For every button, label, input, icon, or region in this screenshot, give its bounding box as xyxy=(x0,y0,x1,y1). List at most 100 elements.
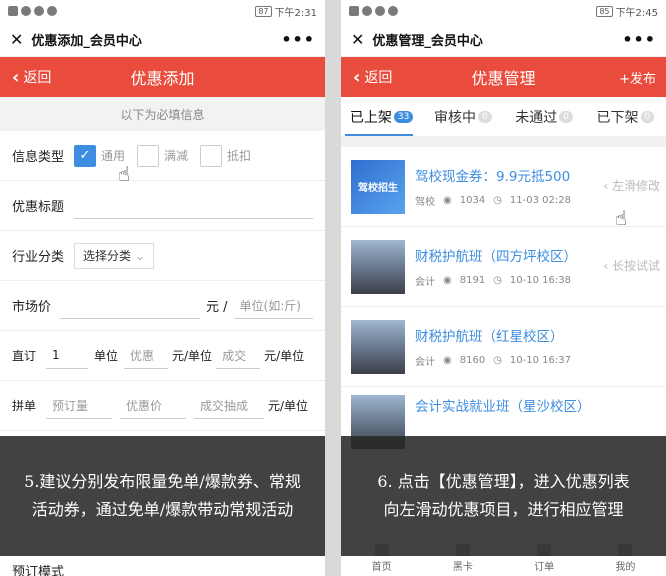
per-unit-label-2: 元/单位 xyxy=(264,349,305,363)
direct-order-label: 直订 xyxy=(12,349,37,363)
count-badge: 0 xyxy=(478,110,492,123)
option-full-reduction[interactable]: 满减 xyxy=(137,144,188,167)
item-thumbnail xyxy=(351,319,405,374)
count-badge: 33 xyxy=(393,110,414,123)
wechat-title: 优惠添加_会员中心 xyxy=(31,33,142,49)
caption-overlay: 5.建议分别发布限量免单/爆款券、常规 活动券，通过免单/爆款带动常规活动 xyxy=(0,436,325,556)
industry-select[interactable]: 选择分类 ⌄ xyxy=(74,242,155,269)
header: ‹ 返回 优惠添加 xyxy=(0,57,325,97)
more-icon[interactable]: ••• xyxy=(281,30,315,49)
list-item[interactable]: 财税护航班（四方坪校区） 会计 ◉ 8191 ◷ 10-10 16:38 ‹ 长… xyxy=(341,227,666,307)
left-screen: 87 下午2:31 ✕ 优惠添加_会员中心 ••• ‹ 返回 优惠添加 以下为必… xyxy=(0,0,325,576)
group-buy-label: 拼单 xyxy=(12,399,37,413)
discount-input[interactable]: 优惠 xyxy=(124,343,169,369)
coupon-title-input[interactable] xyxy=(74,193,313,219)
item-time: 10-10 16:38 xyxy=(509,275,571,286)
tab-rejected[interactable]: 未通过 0 xyxy=(504,107,585,127)
industry-label: 行业分类 xyxy=(12,250,65,265)
signal-icon xyxy=(8,6,18,16)
chat-icon xyxy=(34,6,44,16)
active-tab-indicator xyxy=(345,134,413,136)
eye-icon: ◉ xyxy=(443,275,452,286)
market-price-input[interactable] xyxy=(60,293,200,319)
clock-icon: ◷ xyxy=(493,195,502,206)
back-label: 返回 xyxy=(364,70,393,86)
swipe-hint: ‹ 左滑修改 xyxy=(603,179,660,193)
required-note: 以下为必填信息 xyxy=(0,97,325,131)
caption-line: 5.建议分别发布限量免单/爆款券、常规 xyxy=(24,472,301,491)
check-icon: ✓ xyxy=(74,144,96,167)
option-deduction[interactable]: 抵扣 xyxy=(200,144,251,167)
notification-icon xyxy=(388,6,398,16)
back-button[interactable]: ‹ 返回 xyxy=(353,67,392,88)
wechat-title: 优惠管理_会员中心 xyxy=(372,33,483,49)
item-time: 11-03 02:28 xyxy=(509,195,571,206)
clock-icon: ◷ xyxy=(493,275,502,286)
industry-row: 行业分类 选择分类 ⌄ xyxy=(0,231,325,281)
direct-order-row: 直订 1 单位 优惠 元/单位 成交 元/单位 xyxy=(0,331,325,381)
back-label: 返回 xyxy=(23,70,52,86)
group-buy-row: 拼单 预订量 优惠价 成交抽成 元/单位 xyxy=(0,381,325,431)
unit-separator: 元 / xyxy=(206,300,228,315)
signal-icon xyxy=(349,6,359,16)
count-badge: 0 xyxy=(640,110,655,123)
item-time: 10-10 16:37 xyxy=(509,355,571,366)
status-time: 下午2:31 xyxy=(274,7,317,19)
item-title: 会计实战就业班（星沙校区） xyxy=(415,399,591,415)
status-bar: 87 下午2:31 xyxy=(0,0,325,22)
preorder-mode-label: 预订模式 xyxy=(12,565,65,576)
status-time: 下午2:45 xyxy=(615,7,658,19)
market-price-label: 市场价 xyxy=(12,300,52,315)
unit-input[interactable]: 单位(如:斤) xyxy=(233,293,313,319)
item-thumbnail: 驾校招生 xyxy=(351,159,405,214)
hand-pointer-icon: ☝ xyxy=(118,162,131,186)
preorder-mode-row: 预订模式 xyxy=(0,556,325,576)
per-unit-label: 元/单位 xyxy=(172,349,213,363)
item-views: 8191 xyxy=(459,275,486,286)
header: ‹ 返回 优惠管理 +发布 xyxy=(341,57,666,97)
item-category: 驾校 xyxy=(415,197,435,208)
tab-delisted[interactable]: 已下架 0 xyxy=(585,107,666,127)
close-icon[interactable]: ✕ xyxy=(351,30,364,49)
chevron-down-icon: ⌄ xyxy=(135,248,146,263)
status-bar: 85 下午2:45 xyxy=(341,0,666,22)
per-unit-label-3: 元/单位 xyxy=(268,399,309,413)
coupon-title-row: 优惠标题 xyxy=(0,181,325,231)
coupon-title-label: 优惠标题 xyxy=(12,200,65,215)
back-button[interactable]: ‹ 返回 xyxy=(12,67,51,88)
item-thumbnail xyxy=(351,239,405,294)
status-tabs: 已上架 33 审核中 0 未通过 0 已下架 0 xyxy=(341,97,666,137)
battery-level: 85 xyxy=(596,5,613,17)
preorder-qty-input[interactable]: 预订量 xyxy=(46,393,112,419)
deal-input[interactable]: 成交 xyxy=(216,343,261,369)
info-type-row: 信息类型 ✓ 通用 满减 抵扣 xyxy=(0,131,325,181)
wechat-titlebar: ✕ 优惠管理_会员中心 ••• xyxy=(341,22,666,57)
eye-icon: ◉ xyxy=(443,195,452,206)
chevron-left-icon: ‹ xyxy=(353,66,361,88)
tab-reviewing[interactable]: 审核中 0 xyxy=(422,107,503,127)
caption-line: 向左滑动优惠项目，进行相应管理 xyxy=(383,500,624,519)
discount-price-input[interactable]: 优惠价 xyxy=(120,393,186,419)
clock-icon: ◷ xyxy=(493,355,502,366)
notification-icon xyxy=(47,6,57,16)
commission-input[interactable]: 成交抽成 xyxy=(194,393,264,419)
wifi-icon xyxy=(21,6,31,16)
right-screen: 85 下午2:45 ✕ 优惠管理_会员中心 ••• ‹ 返回 优惠管理 +发布 … xyxy=(341,0,666,576)
longpress-hint: ‹ 长按试试 xyxy=(603,259,660,273)
list-item[interactable]: 财税护航班（红星校区） 会计 ◉ 8160 ◷ 10-10 16:37 xyxy=(341,307,666,387)
chat-icon xyxy=(375,6,385,16)
unit-label: 单位 xyxy=(94,349,119,363)
wechat-titlebar: ✕ 优惠添加_会员中心 ••• xyxy=(0,22,325,57)
market-price-row: 市场价 元 / 单位(如:斤) xyxy=(0,281,325,331)
more-icon[interactable]: ••• xyxy=(622,30,656,49)
chevron-left-icon: ‹ xyxy=(12,66,20,88)
direct-qty-input[interactable]: 1 xyxy=(46,343,88,369)
tab-listed[interactable]: 已上架 33 xyxy=(341,107,422,127)
count-badge: 0 xyxy=(559,110,573,123)
caption-line: 活动券，通过免单/爆款带动常规活动 xyxy=(31,500,294,519)
publish-button[interactable]: +发布 xyxy=(619,68,656,87)
item-category: 会计 xyxy=(415,277,435,288)
eye-icon: ◉ xyxy=(443,355,452,366)
close-icon[interactable]: ✕ xyxy=(10,30,23,49)
item-title: 财税护航班（红星校区） xyxy=(415,329,564,345)
